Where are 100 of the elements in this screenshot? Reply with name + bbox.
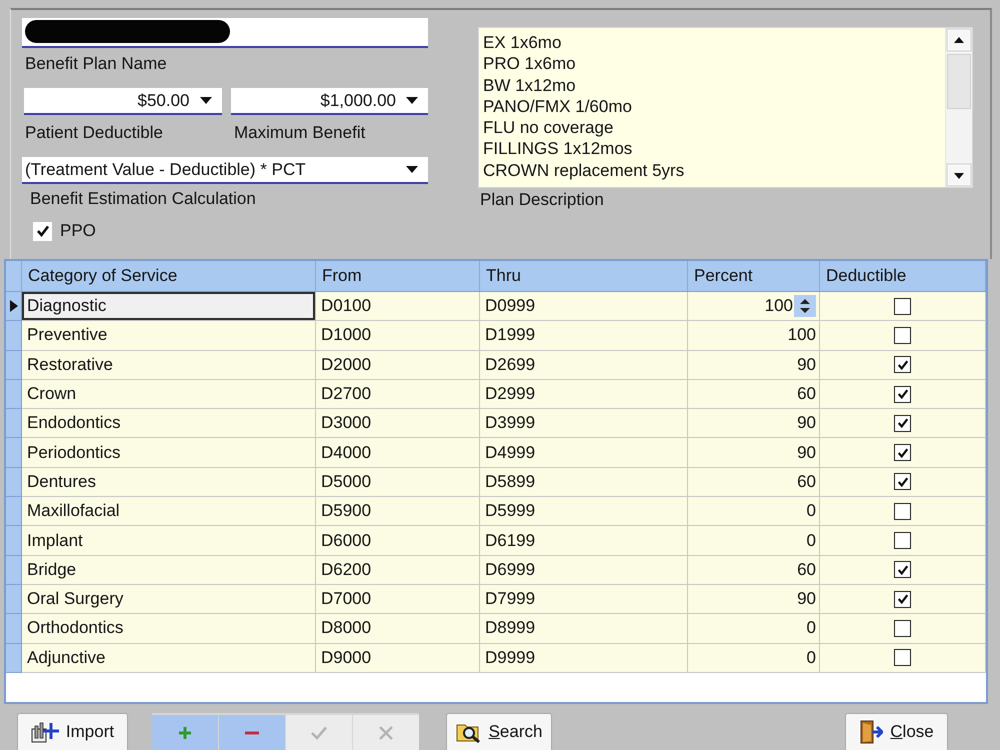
caret-icon <box>406 97 418 104</box>
caret-icon <box>406 166 418 173</box>
table-cell: Bridge <box>22 556 316 585</box>
table-cell: D2699 <box>480 350 688 380</box>
table-cell: D2000 <box>316 350 480 380</box>
field-label: Patient Deductible <box>25 123 164 143</box>
corner-header <box>6 261 22 292</box>
table-cell: D7999 <box>480 584 688 614</box>
checkbox[interactable] <box>894 561 911 578</box>
checkbox[interactable] <box>894 473 911 490</box>
close-button[interactable]: Close <box>845 713 948 750</box>
minus-icon <box>245 730 259 734</box>
checkbox[interactable] <box>894 590 911 608</box>
table-cell: 0 <box>688 526 820 556</box>
table-cell: Restorative <box>22 350 316 380</box>
field-label: Plan Description <box>479 190 605 210</box>
row-pointer-icon <box>10 300 18 312</box>
table-cell: D8000 <box>316 614 480 644</box>
table-cell: Implant <box>22 526 316 556</box>
table-cell: Crown <box>22 380 316 410</box>
table-cell: 0 <box>688 644 820 673</box>
table-cell: 0 <box>688 614 820 644</box>
checkbox[interactable] <box>894 532 911 550</box>
table-cell: 60 <box>688 380 820 410</box>
table-cell: Preventive <box>22 321 316 351</box>
table-cell: D1000 <box>316 321 480 351</box>
calculation-dropdown[interactable]: (Treatment Value - Deductible) * PCT <box>22 157 428 184</box>
checkbox[interactable] <box>894 620 911 637</box>
scroll-down-icon[interactable] <box>946 163 972 187</box>
table-cell: 90 <box>688 350 820 380</box>
table-cell: Dentures <box>22 468 316 498</box>
table-cell: D0100 <box>316 292 480 322</box>
table-cell: D6200 <box>316 556 480 585</box>
import-button[interactable]: Import <box>17 713 128 750</box>
table-cell: D5900 <box>316 497 480 526</box>
column-header[interactable]: From <box>316 261 480 292</box>
column-header[interactable]: Thru <box>480 261 688 292</box>
vertical-scrollbar[interactable] <box>945 28 972 187</box>
table-cell: 90 <box>688 409 820 438</box>
table-cell: 100 <box>688 321 820 351</box>
table-cell: D5000 <box>316 468 480 498</box>
table-cell: D5899 <box>480 468 688 498</box>
table-cell: D4000 <box>316 438 480 468</box>
table-cell: D6199 <box>480 526 688 556</box>
table-cell: D6000 <box>316 526 480 556</box>
table-cell: D9999 <box>480 644 688 673</box>
checkbox[interactable] <box>894 386 911 403</box>
x-icon <box>379 726 393 740</box>
scrollbar-thumb[interactable] <box>947 54 971 109</box>
row-selector[interactable] <box>6 292 22 322</box>
checkbox[interactable] <box>33 222 52 240</box>
table-cell: Oral Surgery <box>22 584 316 614</box>
table-cell: D0999 <box>480 292 688 322</box>
field-label: Benefit Plan Name <box>24 54 168 74</box>
checkbox[interactable] <box>894 298 911 315</box>
plan-description-field[interactable]: EX 1x6mo PRO 1x6mo BW 1x12mo PANO/FMX 1/60mo FLU no coverage FILLINGS 1x12mos CROWN replacement 5yrs <box>478 27 973 188</box>
table-cell: Diagnostic <box>22 292 316 322</box>
column-header[interactable]: Deductible <box>820 261 986 292</box>
column-header[interactable]: Category of Service <box>22 261 316 292</box>
table-cell: D9000 <box>316 644 480 673</box>
table-cell: Orthodontics <box>22 614 316 644</box>
plan-name-field[interactable] <box>22 18 428 48</box>
deductible-dropdown[interactable]: $50.00 <box>24 88 222 115</box>
table-cell: 0 <box>688 497 820 526</box>
checkbox[interactable] <box>894 356 911 374</box>
column-header[interactable]: Percent <box>688 261 820 292</box>
table-cell: Periodontics <box>22 438 316 468</box>
caret-icon <box>200 97 212 104</box>
table-cell: 90 <box>688 438 820 468</box>
percent-spin-field[interactable]: 100 <box>688 292 820 322</box>
field-label: Benefit Estimation Calculation <box>29 189 257 209</box>
box-plus-icon <box>30 721 59 743</box>
checkbox[interactable] <box>894 414 911 432</box>
table-cell: 60 <box>688 468 820 498</box>
checkbox[interactable] <box>894 502 911 520</box>
checkbox[interactable] <box>894 444 911 462</box>
table-cell: D7000 <box>316 584 480 614</box>
field-label: Maximum Benefit <box>234 123 366 143</box>
plus-icon <box>178 726 192 740</box>
table-cell: 60 <box>688 556 820 585</box>
scroll-up-icon[interactable] <box>946 28 972 52</box>
table-cell: 90 <box>688 584 820 614</box>
spin-arrows-icon[interactable] <box>794 295 816 318</box>
table-cell: Adjunctive <box>22 644 316 673</box>
checkbox[interactable] <box>894 649 911 666</box>
search-button[interactable]: Search <box>446 713 552 750</box>
table-cell: D4999 <box>480 438 688 468</box>
table-cell: D1999 <box>480 321 688 351</box>
table-cell: D2999 <box>480 380 688 410</box>
table-cell: D2700 <box>316 380 480 410</box>
checkbox-label: PPO <box>60 221 96 241</box>
door-arrow-icon <box>859 720 884 744</box>
checkbox[interactable] <box>894 326 911 344</box>
table-cell: D5999 <box>480 497 688 526</box>
table-cell: Endodontics <box>22 409 316 438</box>
table-cell: D6999 <box>480 556 688 585</box>
table-cell: D3999 <box>480 409 688 438</box>
checkmark-icon <box>311 726 327 740</box>
table-cell: Maxillofacial <box>22 497 316 526</box>
maximum-benefit-dropdown[interactable]: $1,000.00 <box>230 88 428 115</box>
